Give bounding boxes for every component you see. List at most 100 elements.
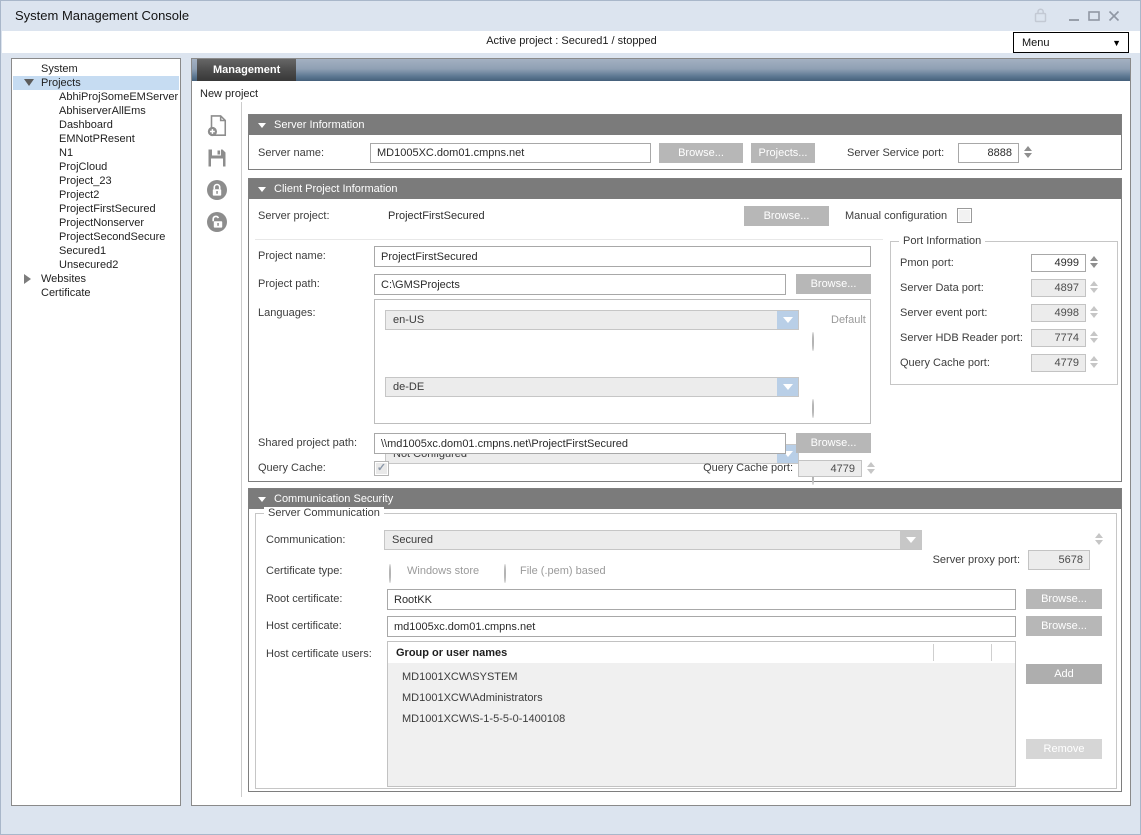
new-project-icon[interactable] bbox=[205, 114, 229, 138]
chevron-down-icon: ▼ bbox=[1112, 38, 1128, 48]
tree-item-label: AbhiProjSomeEMServer bbox=[59, 90, 178, 104]
tree-item-emnotpresent[interactable]: EMNotPResent bbox=[13, 132, 179, 146]
server-name-input[interactable]: MD1005XC.dom01.cmpns.net bbox=[370, 143, 651, 163]
user-list-item[interactable]: MD1001XCW\SYSTEM bbox=[388, 667, 1015, 688]
service-port-spinner[interactable] bbox=[1023, 146, 1033, 158]
maximize-button[interactable] bbox=[1087, 9, 1101, 28]
tree-item-projects[interactable]: Projects bbox=[13, 76, 179, 90]
triangle-down-icon[interactable] bbox=[24, 79, 34, 86]
query-cache-row: Query Cache: ✓ Query Cache port: 4779 bbox=[249, 460, 1121, 478]
shared-project-path-input[interactable]: \\md1005xc.dom01.cmpns.net\ProjectFirstS… bbox=[374, 433, 786, 454]
tree-item-label: ProjectSecondSecure bbox=[59, 230, 165, 244]
tree-item-projectsecondsecure[interactable]: ProjectSecondSecure bbox=[13, 230, 179, 244]
server-data-port-spinner bbox=[1089, 281, 1099, 293]
shared-project-path-browse-button[interactable]: Browse... bbox=[796, 433, 871, 453]
manual-configuration-label: Manual configuration bbox=[845, 206, 947, 226]
query-cache-port-input: 4779 bbox=[1031, 354, 1086, 372]
tree-item-system[interactable]: System bbox=[13, 62, 179, 76]
query-cache-port-row: Query Cache port: 4779 bbox=[891, 354, 1117, 372]
close-button[interactable] bbox=[1107, 9, 1121, 28]
triangle-down-icon bbox=[258, 123, 266, 128]
tree-item-secured1[interactable]: Secured1 bbox=[13, 244, 179, 258]
tree-item-label: Unsecured2 bbox=[59, 258, 118, 272]
host-certificate-label: Host certificate: bbox=[266, 616, 342, 636]
server-event-port-input: 4998 bbox=[1031, 304, 1086, 322]
remove-user-button[interactable]: Remove bbox=[1026, 739, 1102, 759]
root-certificate-input[interactable]: RootKK bbox=[387, 589, 1016, 610]
tree-item-certificate[interactable]: Certificate bbox=[13, 286, 179, 300]
tree-item-label: Projects bbox=[41, 76, 81, 90]
language-dropdown-1[interactable]: en-US bbox=[385, 310, 799, 330]
server-project-browse-button[interactable]: Browse... bbox=[744, 206, 829, 226]
windows-store-radio bbox=[389, 564, 391, 583]
tree-item-label: Project2 bbox=[59, 188, 99, 202]
query-cache-port-spinner bbox=[866, 462, 876, 474]
save-icon[interactable] bbox=[205, 146, 229, 170]
tree-item-unsecured2[interactable]: Unsecured2 bbox=[13, 258, 179, 272]
section-header-client-project-information[interactable]: Client Project Information bbox=[249, 179, 1121, 199]
tree-item-dashboard[interactable]: Dashboard bbox=[13, 118, 179, 132]
language-default-radio-2[interactable] bbox=[812, 399, 814, 418]
minimize-button[interactable] bbox=[1067, 9, 1081, 28]
projects-button[interactable]: Projects... bbox=[751, 143, 815, 163]
server-name-row: Server name: MD1005XC.dom01.cmpns.net Br… bbox=[249, 143, 1121, 164]
tree-item-label: System bbox=[41, 62, 78, 76]
communication-dropdown[interactable]: Secured bbox=[384, 530, 922, 550]
triangle-right-icon[interactable] bbox=[24, 274, 31, 284]
tree-item-label: Secured1 bbox=[59, 244, 106, 258]
server-proxy-port-spinner bbox=[1094, 533, 1104, 545]
chevron-down-icon bbox=[777, 311, 798, 329]
pem-file-radio bbox=[504, 564, 506, 583]
language-default-label: Default bbox=[831, 310, 866, 330]
tree-item-abhiprojsomeemserver[interactable]: AbhiProjSomeEMServer bbox=[13, 90, 179, 104]
tree-item-n1[interactable]: N1 bbox=[13, 146, 179, 160]
tree-item-project2[interactable]: Project2 bbox=[13, 188, 179, 202]
manual-configuration-checkbox[interactable] bbox=[957, 208, 972, 223]
user-list-item[interactable]: MD1001XCW\S-1-5-5-0-1400108 bbox=[388, 709, 1015, 730]
pmon-port-spinner[interactable] bbox=[1089, 256, 1099, 268]
lock-closed-icon[interactable] bbox=[205, 178, 229, 202]
host-certificate-browse-button[interactable]: Browse... bbox=[1026, 616, 1102, 636]
language-dropdown-2[interactable]: de-DE bbox=[385, 377, 799, 397]
column-divider[interactable] bbox=[991, 644, 992, 661]
tree-item-projcloud[interactable]: ProjCloud bbox=[13, 160, 179, 174]
tree-item-websites[interactable]: Websites bbox=[13, 272, 179, 286]
titlebar-lock-icon bbox=[1034, 7, 1047, 28]
section-header-communication-security[interactable]: Communication Security bbox=[249, 489, 1121, 509]
tree-item-label: Websites bbox=[41, 272, 86, 286]
menu-dropdown[interactable]: Menu ▼ bbox=[1013, 32, 1129, 53]
section-client-project-information: Client Project Information Server projec… bbox=[248, 178, 1122, 482]
pmon-port-input[interactable]: 4999 bbox=[1031, 254, 1086, 272]
server-name-browse-button[interactable]: Browse... bbox=[659, 143, 743, 163]
query-cache-port-label: Query Cache port: bbox=[900, 354, 990, 372]
project-path-input[interactable]: C:\GMSProjects bbox=[374, 274, 786, 295]
host-certificate-row: Host certificate: md1005xc.dom01.cmpns.n… bbox=[256, 616, 1116, 637]
tree-item-label: AbhiserverAllEms bbox=[59, 104, 146, 118]
users-list-header[interactable]: Group or user names bbox=[388, 642, 1015, 664]
user-list-item[interactable]: MD1001XCW\Administrators bbox=[388, 688, 1015, 709]
host-certificate-users-list[interactable]: Group or user names MD1001XCW\SYSTEM MD1… bbox=[387, 641, 1016, 787]
lock-open-icon[interactable] bbox=[205, 210, 229, 234]
column-divider[interactable] bbox=[933, 644, 934, 661]
service-port-input[interactable]: 8888 bbox=[958, 143, 1019, 163]
server-data-port-label: Server Data port: bbox=[900, 279, 984, 297]
tab-management[interactable]: Management bbox=[197, 59, 296, 81]
communication-row: Communication: Secured Server proxy port… bbox=[256, 530, 1116, 550]
root-certificate-browse-button[interactable]: Browse... bbox=[1026, 589, 1102, 609]
query-cache-checkbox: ✓ bbox=[374, 461, 389, 476]
section-header-server-information[interactable]: Server Information bbox=[249, 115, 1121, 135]
add-user-button[interactable]: Add bbox=[1026, 664, 1102, 684]
tree-item-project-23[interactable]: Project_23 bbox=[13, 174, 179, 188]
tree-item-projectfirstsecured[interactable]: ProjectFirstSecured bbox=[13, 202, 179, 216]
tab-strip: Management bbox=[192, 59, 1130, 81]
chevron-down-icon bbox=[900, 531, 921, 549]
new-project-command[interactable]: New project bbox=[200, 88, 258, 100]
tree-item-abhiserverallems[interactable]: AbhiserverAllEms bbox=[13, 104, 179, 118]
pem-file-label: File (.pem) based bbox=[520, 564, 606, 579]
host-certificate-input[interactable]: md1005xc.dom01.cmpns.net bbox=[387, 616, 1016, 637]
navigation-tree-panel: System Projects AbhiProjSomeEMServer Abh… bbox=[11, 58, 181, 806]
language-default-radio-1[interactable] bbox=[812, 332, 814, 351]
project-path-browse-button[interactable]: Browse... bbox=[796, 274, 871, 294]
project-name-input[interactable]: ProjectFirstSecured bbox=[374, 246, 871, 267]
tree-item-projectnonserver[interactable]: ProjectNonserver bbox=[13, 216, 179, 230]
